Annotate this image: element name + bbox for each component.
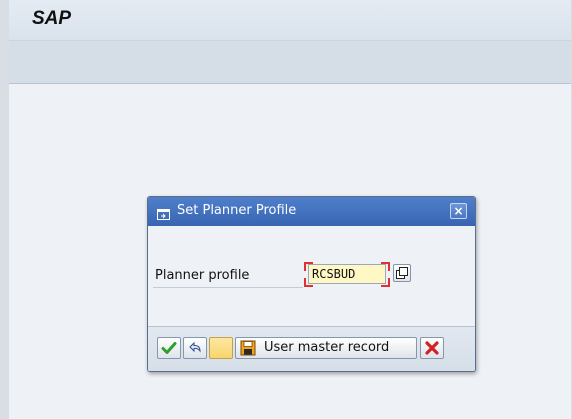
user-master-record-button[interactable]: User master record (235, 337, 417, 359)
dialog-button-bar: User master record (148, 326, 475, 371)
confirm-button[interactable] (157, 337, 181, 359)
cancel-icon (425, 341, 439, 355)
copy-value-button[interactable] (393, 264, 411, 282)
undo-button[interactable] (183, 337, 207, 359)
checkmark-icon (161, 342, 177, 354)
application-toolbar (9, 41, 571, 84)
save-icon (240, 340, 256, 356)
planner-profile-label: Planner profile (155, 268, 250, 283)
cancel-button[interactable] (420, 337, 444, 359)
planner-profile-input[interactable] (308, 264, 386, 284)
app-title: SAP (32, 8, 72, 29)
dialog-title-bar[interactable]: Set Planner Profile × (148, 197, 475, 226)
close-icon[interactable]: × (450, 203, 467, 219)
dialog-title: Set Planner Profile (177, 203, 297, 218)
set-planner-profile-dialog: Set Planner Profile × Planner profile RC… (147, 196, 476, 372)
dialog-window-icon (157, 205, 170, 220)
copy-value-icon (396, 267, 408, 279)
user-master-record-label: User master record (264, 340, 390, 355)
undo-icon (189, 341, 201, 353)
planner-profile-field-wrapper (304, 262, 390, 287)
field-label-underline (153, 287, 303, 288)
blank-button[interactable] (209, 337, 233, 359)
title-bar: SAP (9, 0, 571, 41)
